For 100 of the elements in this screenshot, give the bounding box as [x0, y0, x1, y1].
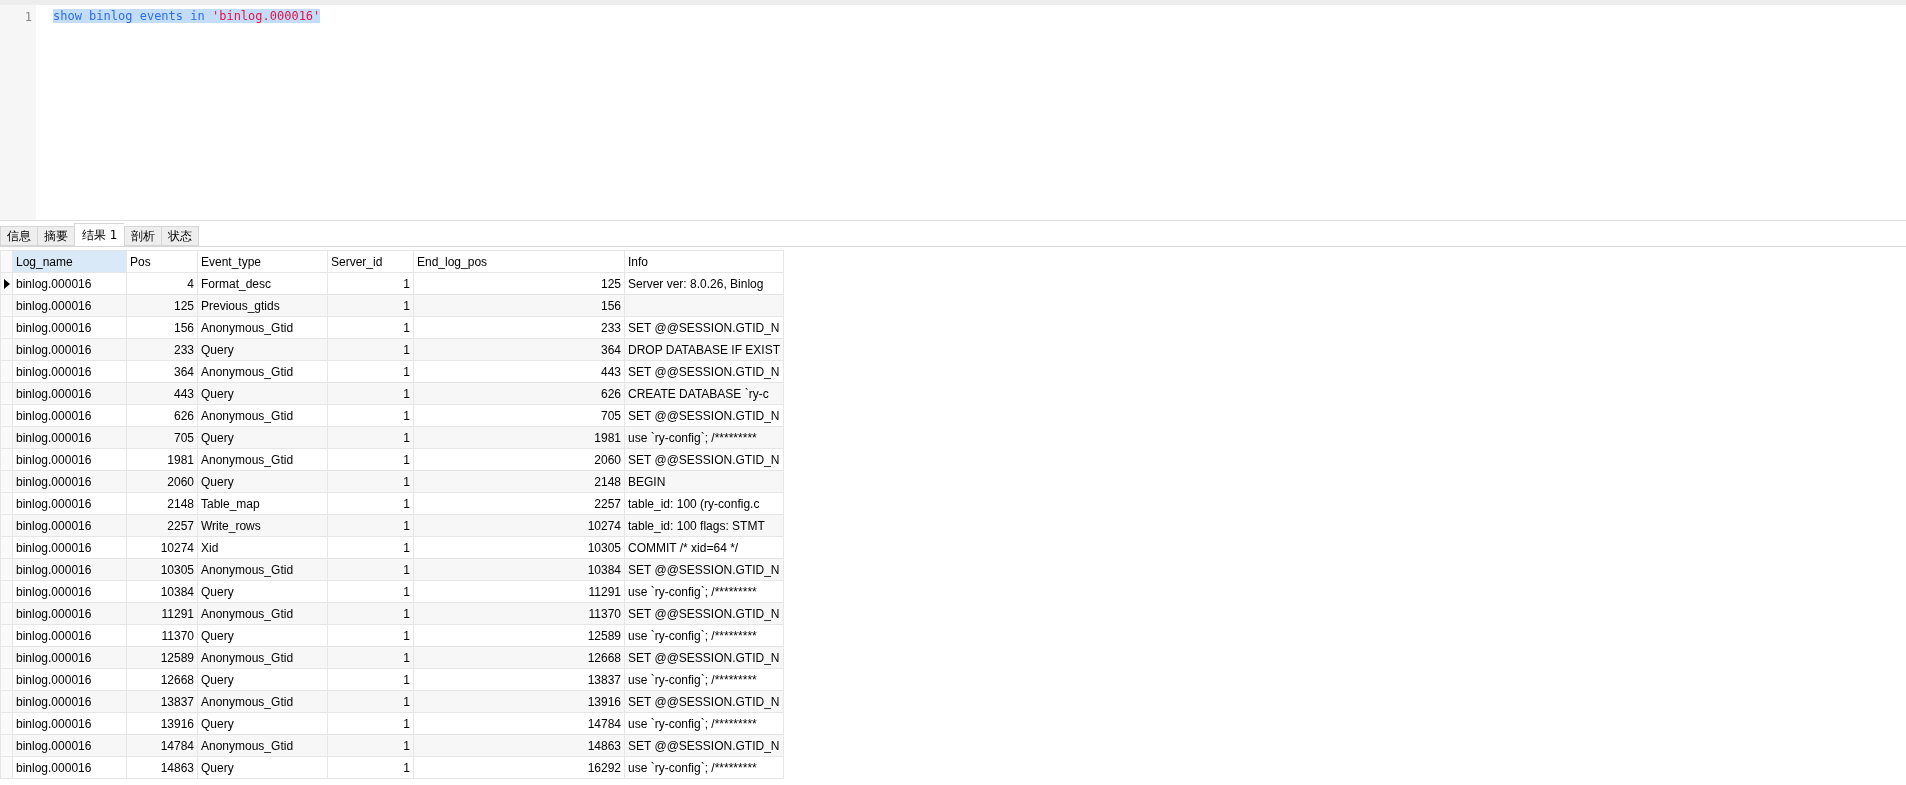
- table-cell: Query: [197, 426, 328, 449]
- table-cell: Anonymous_Gtid: [197, 602, 328, 625]
- table-cell: 1: [327, 624, 414, 647]
- table-cell: binlog.000016: [12, 316, 127, 339]
- table-cell: Query: [197, 668, 328, 691]
- table-cell: Anonymous_Gtid: [197, 448, 328, 471]
- table-cell: Previous_gtids: [197, 294, 328, 317]
- table-cell: 1: [327, 580, 414, 603]
- table-cell: binlog.000016: [12, 580, 127, 603]
- column-header[interactable]: Server_id: [327, 250, 414, 273]
- table-cell: 1: [327, 448, 414, 471]
- table-cell: 364: [413, 338, 625, 361]
- table-cell: binlog.000016: [12, 536, 127, 559]
- table-cell: 2060: [413, 448, 625, 471]
- table-cell: 14784: [413, 712, 625, 735]
- line-number: 1: [24, 9, 32, 25]
- table-cell: SET @@SESSION.GTID_N: [624, 690, 784, 713]
- table-cell: COMMIT /* xid=64 */: [624, 536, 784, 559]
- table-cell: Anonymous_Gtid: [197, 690, 328, 713]
- result-tab[interactable]: 状态: [161, 226, 200, 246]
- table-cell: binlog.000016: [12, 492, 127, 515]
- table-cell: binlog.000016: [12, 404, 127, 427]
- table-cell: binlog.000016: [12, 712, 127, 735]
- table-cell: Query: [197, 580, 328, 603]
- column-header[interactable]: Pos: [126, 250, 198, 273]
- table-cell: 364: [126, 360, 198, 383]
- table-cell: 1: [327, 492, 414, 515]
- table-cell: binlog.000016: [12, 360, 127, 383]
- table-cell: 11370: [413, 602, 625, 625]
- table-cell: 125: [413, 272, 625, 295]
- table-cell: Table_map: [197, 492, 328, 515]
- table-cell: Anonymous_Gtid: [197, 316, 328, 339]
- table-cell: 443: [413, 360, 625, 383]
- table-cell: use `ry-config`; /*********: [624, 712, 784, 735]
- table-cell: 13916: [413, 690, 625, 713]
- table-cell: 16292: [413, 756, 625, 779]
- table-cell: SET @@SESSION.GTID_N: [624, 316, 784, 339]
- table-cell: 2148: [413, 470, 625, 493]
- table-cell: 10305: [413, 536, 625, 559]
- table-cell: Xid: [197, 536, 328, 559]
- table-cell: BEGIN: [624, 470, 784, 493]
- table-cell: 10384: [126, 580, 198, 603]
- table-cell: Anonymous_Gtid: [197, 404, 328, 427]
- table-cell: use `ry-config`; /*********: [624, 756, 784, 779]
- table-cell: binlog.000016: [12, 756, 127, 779]
- table-cell: use `ry-config`; /*********: [624, 426, 784, 449]
- table-cell: Query: [197, 470, 328, 493]
- table-cell: 1: [327, 712, 414, 735]
- table-cell: 1: [327, 536, 414, 559]
- table-cell: Query: [197, 712, 328, 735]
- table-cell: Format_desc: [197, 272, 328, 295]
- column-header[interactable]: Info: [624, 250, 784, 273]
- table-cell: use `ry-config`; /*********: [624, 668, 784, 691]
- table-cell: 12668: [413, 646, 625, 669]
- table-cell: SET @@SESSION.GTID_N: [624, 646, 784, 669]
- table-cell: Query: [197, 382, 328, 405]
- table-cell: 10274: [413, 514, 625, 537]
- table-cell: 2148: [126, 492, 198, 515]
- table-cell: 13916: [126, 712, 198, 735]
- table-cell: 1981: [413, 426, 625, 449]
- result-tab[interactable]: 信息: [0, 226, 37, 246]
- column-header[interactable]: End_log_pos: [413, 250, 625, 273]
- table-cell: 156: [126, 316, 198, 339]
- table-cell: Write_rows: [197, 514, 328, 537]
- table-cell: table_id: 100 flags: STMT: [624, 514, 784, 537]
- table-cell: DROP DATABASE IF EXIST: [624, 338, 784, 361]
- table-cell: Anonymous_Gtid: [197, 734, 328, 757]
- table-cell: SET @@SESSION.GTID_N: [624, 734, 784, 757]
- table-cell: 2257: [413, 492, 625, 515]
- table-cell: 1: [327, 756, 414, 779]
- table-cell: binlog.000016: [12, 624, 127, 647]
- table-cell: SET @@SESSION.GTID_N: [624, 404, 784, 427]
- table-cell: use `ry-config`; /*********: [624, 624, 784, 647]
- table-cell: SET @@SESSION.GTID_N: [624, 558, 784, 581]
- table-cell: 14863: [126, 756, 198, 779]
- table-cell: 1: [327, 272, 414, 295]
- result-tab[interactable]: 摘要: [37, 226, 74, 246]
- result-tab[interactable]: 剖析: [124, 226, 162, 246]
- table-cell: SET @@SESSION.GTID_N: [624, 448, 784, 471]
- table-cell: 12668: [126, 668, 198, 691]
- table-cell: Query: [197, 338, 328, 361]
- table-cell: Query: [197, 624, 328, 647]
- table-cell: 1: [327, 316, 414, 339]
- table-cell: binlog.000016: [12, 668, 127, 691]
- table-cell: 11291: [413, 580, 625, 603]
- table-cell: 1: [327, 404, 414, 427]
- table-cell: use `ry-config`; /*********: [624, 580, 784, 603]
- column-header[interactable]: Event_type: [197, 250, 328, 273]
- table-cell: 626: [413, 382, 625, 405]
- table-cell: Anonymous_Gtid: [197, 558, 328, 581]
- table-cell: 10384: [413, 558, 625, 581]
- table-cell: Server ver: 8.0.26, Binlog: [624, 272, 784, 295]
- table-cell: 233: [413, 316, 625, 339]
- table-cell: SET @@SESSION.GTID_N: [624, 602, 784, 625]
- table-cell: binlog.000016: [12, 448, 127, 471]
- result-tab[interactable]: 结果 1: [74, 223, 125, 246]
- table-cell: 14863: [413, 734, 625, 757]
- table-cell: binlog.000016: [12, 272, 127, 295]
- column-header[interactable]: Log_name: [12, 250, 127, 273]
- table-cell: 156: [413, 294, 625, 317]
